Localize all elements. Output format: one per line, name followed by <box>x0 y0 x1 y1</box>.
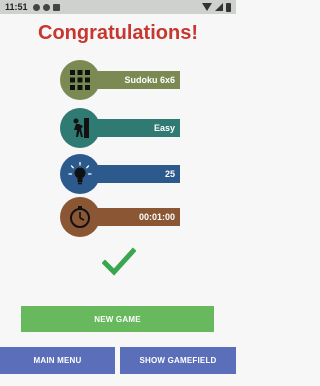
difficulty-climber-icon <box>60 108 100 148</box>
new-game-label: NEW GAME <box>94 314 141 324</box>
main-menu-button[interactable]: MAIN MENU <box>0 347 115 374</box>
stat-time: 00:01:00 <box>60 197 180 237</box>
new-game-button[interactable]: NEW GAME <box>21 306 214 332</box>
show-gamefield-label: SHOW GAMEFIELD <box>139 356 217 365</box>
stat-time-value: 00:01:00 <box>138 212 175 222</box>
signal-icon <box>215 3 223 11</box>
page-title: Congratulations! <box>38 22 198 44</box>
wifi-icon <box>202 3 212 11</box>
stat-hints: 25 <box>60 154 180 194</box>
sim-icon <box>52 3 60 11</box>
stopwatch-icon <box>60 197 100 237</box>
stat-game-type-value: Sudoku 6x6 <box>124 75 175 85</box>
stat-difficulty-value: Easy <box>153 123 175 133</box>
checkmark-icon <box>102 247 136 276</box>
show-gamefield-button[interactable]: SHOW GAMEFIELD <box>120 347 236 374</box>
main-menu-label: MAIN MENU <box>33 356 82 365</box>
settings-icon <box>32 3 40 11</box>
notification-icons <box>32 3 60 11</box>
status-time: 11:51 <box>5 2 28 12</box>
stat-hints-value: 25 <box>164 169 175 179</box>
status-bar: 11:51 <box>0 0 236 14</box>
shield-icon <box>42 3 50 11</box>
system-icons <box>202 2 231 12</box>
sudoku-grid-icon <box>60 60 100 100</box>
stat-difficulty: Easy <box>60 108 180 148</box>
battery-icon <box>226 2 231 12</box>
lightbulb-hint-icon <box>60 154 100 194</box>
stat-game-type: Sudoku 6x6 <box>60 60 180 100</box>
